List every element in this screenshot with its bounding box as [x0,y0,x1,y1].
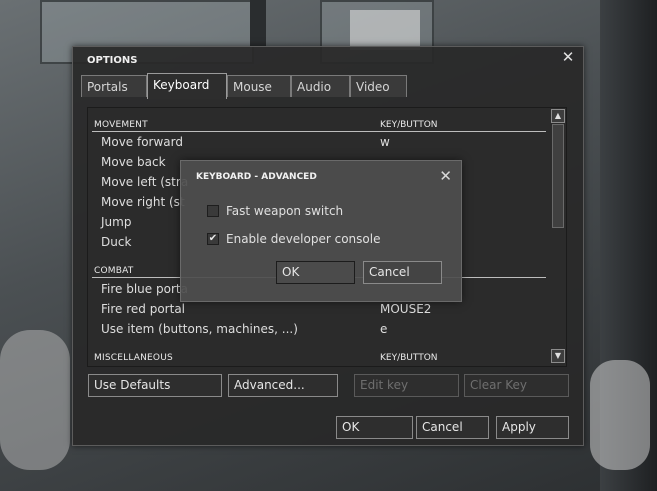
background-pillar [250,0,266,46]
cancel-button[interactable]: Cancel [416,416,489,439]
binding-row-key[interactable]: e [380,322,387,336]
binding-row-action[interactable]: Move right (st [101,195,185,209]
edit-key-button[interactable]: Edit key [354,374,459,397]
binding-row-action[interactable]: Jump [101,215,131,229]
scroll-down-icon[interactable]: ▼ [551,349,565,363]
checkbox[interactable] [207,205,219,217]
dialog-title: KEYBOARD - ADVANCED [196,172,317,182]
clear-key-button[interactable]: Clear Key [464,374,569,397]
dialog-cancel-button[interactable]: Cancel [363,261,442,284]
binding-row-action[interactable]: Duck [101,235,131,249]
background-object [0,330,70,470]
apply-button[interactable]: Apply [496,416,569,439]
background-object [590,360,650,470]
binding-row-key[interactable]: w [380,135,390,149]
use-defaults-button[interactable]: Use Defaults [88,374,222,397]
binding-row-key[interactable]: MOUSE2 [380,302,431,316]
dialog-ok-button[interactable]: OK [276,261,355,284]
scrollbar[interactable]: ▲ ▼ [551,109,565,363]
advanced-button[interactable]: Advanced... [228,374,338,397]
column-header-key: KEY/BUTTON [380,120,438,130]
tab-portals[interactable]: Portals [81,75,147,97]
scrollbar-thumb[interactable] [552,124,564,228]
binding-row-action[interactable]: Move left (stra [101,175,188,189]
binding-row-action[interactable]: Fire red portal [101,302,185,316]
background-sign [350,10,420,50]
close-icon[interactable]: ✕ [561,50,575,65]
checkbox[interactable]: ✔ [207,233,219,245]
options-title: OPTIONS [87,55,138,66]
column-header-key: KEY/BUTTON [380,353,438,363]
section-header-combat: COMBAT [94,266,134,276]
tab-video[interactable]: Video [350,75,407,97]
section-header-movement: MOVEMENT [94,120,148,130]
binding-row-action[interactable]: Fire blue porta [101,282,188,296]
tab-audio[interactable]: Audio [291,75,350,97]
section-header-misc: MISCELLANEOUS [94,353,173,363]
tab-keyboard[interactable]: Keyboard [147,73,227,99]
ok-button[interactable]: OK [336,416,413,439]
scroll-up-icon[interactable]: ▲ [551,109,565,123]
section-divider [92,131,546,132]
checkbox-label: Enable developer console [226,232,381,246]
checkbox-label: Fast weapon switch [226,204,344,218]
binding-row-action[interactable]: Move forward [101,135,183,149]
binding-row-action[interactable]: Move back [101,155,166,169]
tab-mouse[interactable]: Mouse [227,75,291,97]
close-icon[interactable]: ✕ [439,167,452,185]
binding-row-action[interactable]: Use item (buttons, machines, ...) [101,322,298,336]
keyboard-advanced-dialog: KEYBOARD - ADVANCED ✕ Fast weapon switch… [180,160,462,302]
